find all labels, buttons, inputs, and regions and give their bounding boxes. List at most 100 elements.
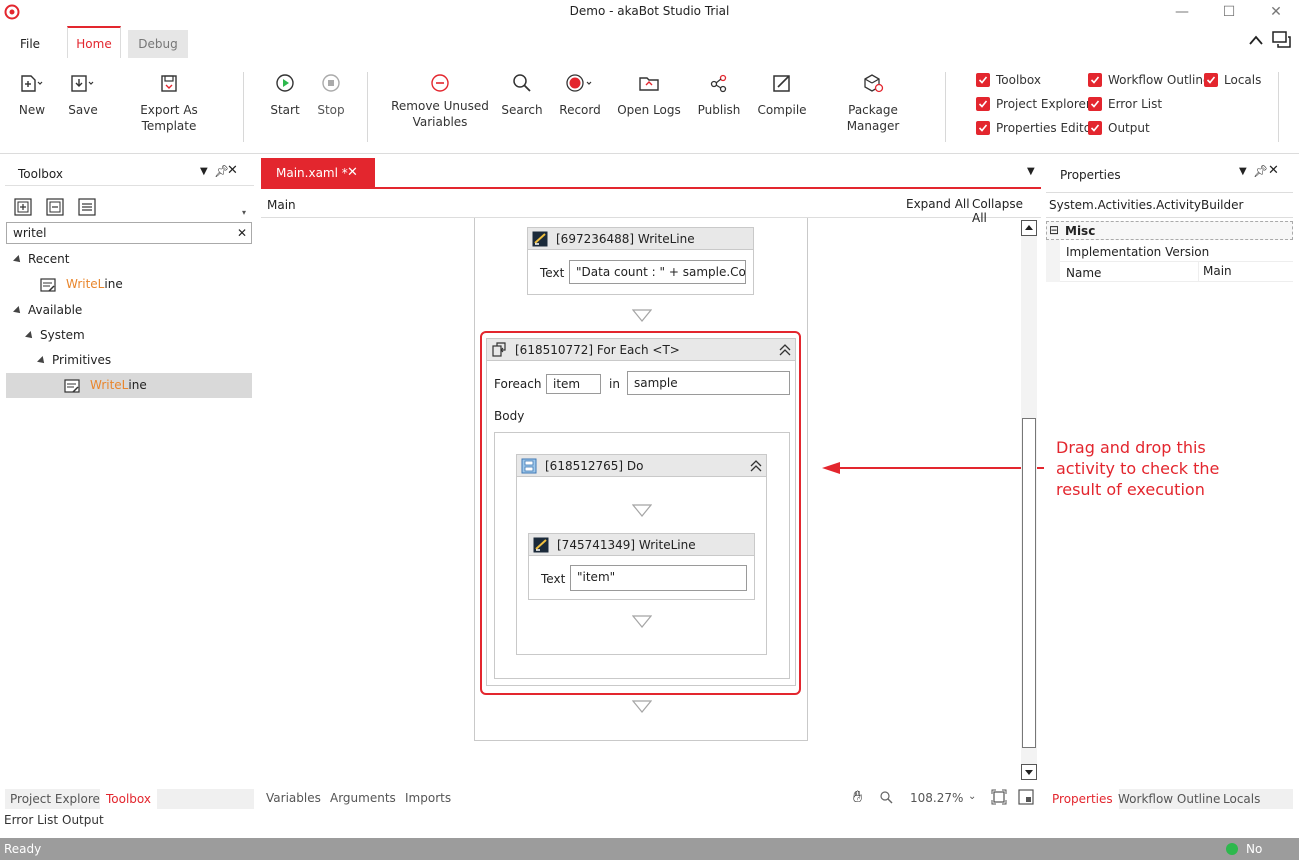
scroll-up-button[interactable] (1021, 220, 1037, 236)
tree-node-primitives[interactable]: Primitives (6, 348, 252, 373)
breadcrumb[interactable]: Main (267, 198, 296, 212)
ribbon-separator (945, 72, 946, 142)
dropdown-icon[interactable]: ▼ (1239, 166, 1247, 177)
writeline-1-text-input[interactable]: "Data count : " + sample.Cou (569, 260, 746, 284)
tab-project-explorer[interactable]: Project Explorer (10, 792, 105, 806)
property-row[interactable]: Name Main (1060, 262, 1293, 282)
tab-overflow-icon[interactable]: ▼ (1027, 166, 1035, 177)
close-icon[interactable]: ✕ (1261, 2, 1291, 22)
minimize-icon[interactable]: — (1167, 2, 1197, 22)
scroll-thumb[interactable] (1022, 418, 1036, 748)
open-logs-button[interactable]: Open Logs (616, 70, 682, 118)
properties-category-misc[interactable]: ⊟ Misc (1046, 221, 1293, 240)
tab-properties[interactable]: Properties (1046, 789, 1119, 809)
toolbox-header: Toolbox ▼ 📌︎ ✕ (5, 160, 254, 186)
publish-button[interactable]: Publish (694, 70, 744, 118)
expand-all-link[interactable]: Expand All (906, 197, 970, 211)
fit-screen-icon[interactable] (991, 789, 1007, 805)
tab-variables[interactable]: Variables (266, 791, 321, 805)
toggle-output-checkbox[interactable]: Output (1088, 119, 1150, 137)
toolbox-search-input[interactable]: writel (6, 222, 252, 244)
error-count[interactable]: No Errors (1246, 838, 1299, 860)
toggle-properties-editor-checkbox[interactable]: Properties Editor (976, 119, 1096, 137)
collapse-activity-icon[interactable] (750, 460, 762, 472)
toggle-toolbox-checkbox[interactable]: Toolbox (976, 71, 1041, 89)
close-panel-icon[interactable]: ✕ (227, 163, 238, 178)
menu-file[interactable]: File (8, 30, 52, 58)
start-button[interactable]: Start (266, 70, 304, 118)
writeline-activity-1[interactable]: [697236488] WriteLine Text "Data count :… (527, 227, 754, 295)
toggle-project-explorer-checkbox[interactable]: Project Explorer (976, 95, 1091, 113)
compile-button[interactable]: Compile (756, 70, 808, 118)
new-button[interactable]: New (12, 70, 52, 118)
tab-output[interactable]: Output (62, 813, 104, 827)
properties-header: Properties ▼ 📌︎ ✕ (1046, 160, 1293, 186)
scroll-down-button[interactable] (1021, 764, 1037, 780)
check-icon (1090, 100, 1100, 108)
tree-item-writeline[interactable]: WriteLine (6, 373, 252, 398)
tab-locals[interactable]: Locals (1223, 792, 1260, 806)
close-tab-icon[interactable]: ✕ (347, 158, 358, 188)
record-button[interactable]: Record (556, 70, 604, 118)
toolbar-overflow-icon[interactable]: ▾ (242, 208, 246, 217)
tree-node-available[interactable]: Available (6, 298, 252, 323)
collapse-category-icon[interactable]: ⊟ (1049, 223, 1059, 237)
foreach-source-input[interactable]: sample (627, 371, 790, 395)
clear-search-icon[interactable]: ✕ (237, 226, 247, 240)
tab-main-xaml[interactable]: Main.xaml * ✕ (261, 158, 375, 188)
toggle-locals-checkbox[interactable]: Locals (1204, 71, 1261, 89)
collapse-ribbon-icon[interactable] (1248, 34, 1264, 46)
remove-unused-variables-button[interactable]: Remove Unused Variables (386, 70, 494, 130)
writeline-activity-2[interactable]: [745741349] WriteLine Text "item" (528, 533, 755, 600)
tab-error-list[interactable]: Error List (4, 813, 58, 827)
stop-button[interactable]: Stop (312, 70, 350, 118)
package-manager-button[interactable]: Package Manager (820, 70, 926, 134)
collapse-all-icon[interactable] (46, 198, 64, 216)
export-template-icon (161, 75, 177, 92)
writeline-activity-icon (64, 378, 80, 393)
overview-icon[interactable] (1018, 789, 1034, 805)
tree-item-recent-writeline[interactable]: WriteLine (6, 272, 252, 297)
zoom-dropdown-icon[interactable]: ⌄ (968, 791, 976, 802)
tab-imports[interactable]: Imports (405, 791, 451, 805)
tab-arguments[interactable]: Arguments (330, 791, 396, 805)
tab-toolbox[interactable]: Toolbox (100, 789, 157, 809)
hand-pan-icon[interactable]: ✋︎ (853, 787, 862, 807)
property-row[interactable]: Implementation Version (1060, 241, 1293, 262)
zoom-level[interactable]: 108.27% (910, 791, 963, 805)
tab-home[interactable]: Home (67, 26, 121, 58)
toggle-error-list-checkbox[interactable]: Error List (1088, 95, 1162, 113)
list-view-icon[interactable] (78, 198, 96, 216)
writeline-2-text-input[interactable]: "item" (570, 565, 747, 591)
tab-workflow-outline[interactable]: Workflow Outline (1118, 792, 1220, 806)
property-name-value[interactable]: Main (1203, 264, 1232, 278)
chat-icon[interactable] (1272, 31, 1292, 49)
collapse-activity-icon[interactable] (779, 344, 791, 356)
status-bar: Ready No Errors (0, 838, 1299, 860)
tree-node-system[interactable]: System (6, 323, 252, 348)
maximize-icon[interactable]: ☐ (1214, 2, 1244, 22)
check-icon (1206, 76, 1216, 84)
sequence-activity-icon (521, 458, 537, 474)
expand-all-icon[interactable] (14, 198, 32, 216)
drop-arrow-icon (632, 700, 652, 713)
new-file-icon (21, 75, 43, 92)
toggle-workflow-outline-checkbox[interactable]: Workflow Outline (1088, 71, 1210, 89)
title-bar: Demo - akaBot Studio Trial — ☐ ✕ (0, 0, 1299, 24)
search-button[interactable]: Search (500, 70, 544, 118)
zoom-icon[interactable] (879, 790, 895, 806)
drop-arrow-icon (632, 504, 652, 517)
dropdown-icon[interactable]: ▼ (200, 166, 208, 177)
tree-node-recent[interactable]: Recent (6, 247, 252, 272)
package-icon (864, 74, 884, 93)
tab-underline (261, 187, 1041, 189)
tab-debug[interactable]: Debug (128, 30, 188, 58)
save-button[interactable]: Save (62, 70, 104, 118)
close-panel-icon[interactable]: ✕ (1268, 163, 1279, 178)
foreach-variable-input[interactable]: item (546, 374, 601, 394)
properties-title: Properties (1060, 168, 1121, 182)
export-template-button[interactable]: Export As Template (114, 70, 224, 134)
designer-scrollbar[interactable] (1021, 220, 1037, 780)
pin-icon[interactable]: 📌︎ (1253, 164, 1268, 178)
drop-arrow-icon (632, 615, 652, 628)
